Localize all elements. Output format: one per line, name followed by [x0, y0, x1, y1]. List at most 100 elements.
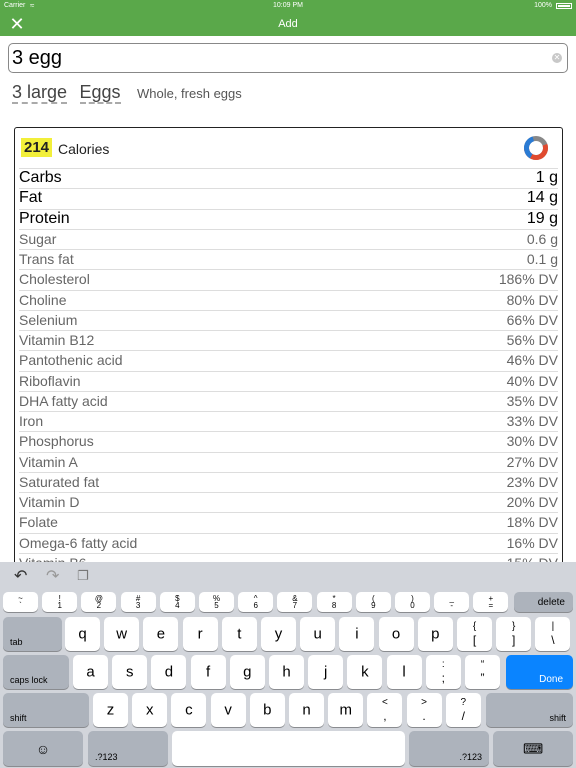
clear-icon[interactable]: ✕: [552, 53, 562, 63]
key-num-7[interactable]: & 7: [277, 592, 313, 612]
nutrient-name: Protein: [19, 209, 70, 227]
key-s[interactable]: s: [112, 655, 148, 689]
key-num-0[interactable]: ~ `: [3, 592, 38, 612]
key-q[interactable]: q: [65, 617, 100, 651]
nutrient-row: Choline 80% DV: [19, 289, 558, 310]
key-sym-1[interactable]: >.: [406, 693, 442, 727]
tab-key-label: tab: [10, 637, 23, 647]
key-w[interactable]: w: [104, 617, 140, 651]
key-bracket-2[interactable]: | \: [535, 617, 571, 651]
key-num-11[interactable]: _ -: [434, 592, 470, 612]
nutrient-value: 0.6 g: [526, 230, 558, 247]
delete-key-label: delete: [537, 597, 565, 608]
key-num-9[interactable]: (9: [355, 592, 391, 612]
key-a[interactable]: a: [73, 655, 108, 689]
keyboard: ~ `! 1 @2 #3 $4% 5 ^ 6 & 7 * 8(9) 0 _ - + = delete tab q w e r t…: [0, 590, 576, 768]
food-search-field[interactable]: ✕: [8, 43, 568, 73]
key-bracket-0[interactable]: {[: [457, 617, 492, 651]
nutrient-row: Vitamin B12 56% DV: [19, 330, 558, 350]
nutrient-name: Vitamin A: [19, 453, 78, 470]
key-m[interactable]: m: [328, 693, 364, 727]
key-num-5[interactable]: % 5: [199, 592, 234, 612]
key-num-10[interactable]: ) 0: [395, 592, 430, 612]
key-y[interactable]: y: [261, 617, 296, 651]
paste-icon[interactable]: ❐: [77, 568, 89, 584]
key-k[interactable]: k: [347, 655, 383, 689]
key-u[interactable]: u: [300, 617, 336, 651]
key-num-10-base-label: 0: [410, 601, 415, 610]
key-num-1[interactable]: ! 1: [42, 592, 78, 612]
key-f[interactable]: f: [190, 655, 226, 689]
caps-lock-key[interactable]: caps lock: [3, 655, 69, 689]
nutrient-row: Carbs 1 g: [19, 168, 558, 188]
shift-left-key[interactable]: shift: [3, 693, 89, 727]
numbers-left-key[interactable]: .?123: [88, 731, 168, 766]
key-num-3[interactable]: #3: [120, 592, 156, 612]
parse-token-quantity[interactable]: 3 large: [12, 82, 68, 104]
key-r[interactable]: r: [182, 617, 218, 651]
nutrient-row: Cholesterol 186% DV: [19, 269, 558, 289]
key-p[interactable]: p: [417, 617, 453, 651]
key-e[interactable]: e: [143, 617, 179, 651]
done-key[interactable]: Done: [506, 655, 573, 689]
nutrient-row: Omega-6 fatty acid 16% DV: [19, 532, 558, 553]
key-j[interactable]: j: [308, 655, 344, 689]
nutrient-row: Saturated fat 23% DV: [19, 471, 558, 492]
key-p-label: p: [431, 625, 440, 643]
key-v[interactable]: v: [210, 693, 246, 727]
key-x[interactable]: x: [132, 693, 168, 727]
key-sym-0[interactable]: <,: [367, 693, 403, 727]
tab-key[interactable]: tab: [3, 617, 62, 651]
key-z[interactable]: z: [93, 693, 128, 727]
nutrient-name: Pantothenic acid: [19, 352, 123, 369]
key-num-2[interactable]: @2: [81, 592, 117, 612]
key-c[interactable]: c: [171, 693, 207, 727]
numbers-right-key[interactable]: .?123: [409, 731, 489, 766]
keyboard-shortcut-bar: ↶ ↷ ❐: [0, 562, 576, 590]
nutrient-name: Folate: [19, 514, 58, 531]
caps-lock-key-label: caps lock: [10, 675, 48, 685]
food-search-input[interactable]: [12, 44, 542, 72]
key-n[interactable]: n: [289, 693, 324, 727]
key-num-4[interactable]: $4: [159, 592, 195, 612]
key-sym-2[interactable]: ? /: [445, 693, 481, 727]
key-o[interactable]: o: [378, 617, 414, 651]
undo-icon[interactable]: ↶: [14, 566, 27, 586]
key-i-label: i: [355, 625, 359, 643]
page-title: Add: [278, 18, 298, 30]
key-t[interactable]: t: [221, 617, 257, 651]
shift-right-key[interactable]: shift: [486, 693, 573, 727]
key-r-label: r: [197, 625, 203, 643]
nutrient-value: 19 g: [526, 209, 558, 227]
key-h[interactable]: h: [269, 655, 304, 689]
key-sym-2-base-label: /: [461, 709, 465, 723]
space-key[interactable]: [172, 731, 405, 766]
key-h-label: h: [282, 663, 291, 681]
key-bracket-1[interactable]: }]: [496, 617, 532, 651]
nutrient-row: Vitamin D 20% DV: [19, 492, 558, 512]
key-g[interactable]: g: [229, 655, 265, 689]
key-punct-0-shift-label: :: [441, 659, 445, 670]
parse-token-food[interactable]: Eggs: [79, 82, 121, 104]
calories-row: 214 Calories: [15, 128, 562, 168]
key-i[interactable]: i: [339, 617, 375, 651]
key-num-8[interactable]: * 8: [316, 592, 352, 612]
delete-key[interactable]: delete: [514, 592, 573, 612]
key-a-label: a: [86, 663, 95, 681]
key-b[interactable]: b: [249, 693, 285, 727]
key-bracket-2-base-label: \: [551, 633, 555, 647]
nutrient-row: Phosphorus 30% DV: [19, 431, 558, 451]
key-punct-0[interactable]: :;: [425, 655, 461, 689]
nav-bar: ✕ Add: [0, 12, 576, 36]
nutrient-name: Choline: [19, 291, 67, 308]
key-l[interactable]: l: [386, 655, 422, 689]
nutrient-name: DHA fatty acid: [19, 392, 108, 409]
key-num-12[interactable]: + =: [473, 592, 509, 612]
key-num-6[interactable]: ^ 6: [238, 592, 274, 612]
emoji-key[interactable]: ☺: [3, 731, 83, 766]
key-d[interactable]: d: [151, 655, 187, 689]
key-punct-1[interactable]: “”: [465, 655, 500, 689]
hide-keyboard-key[interactable]: ⌨: [493, 731, 573, 766]
nutrient-name: Selenium: [19, 311, 78, 328]
redo-icon[interactable]: ↷: [46, 566, 59, 586]
